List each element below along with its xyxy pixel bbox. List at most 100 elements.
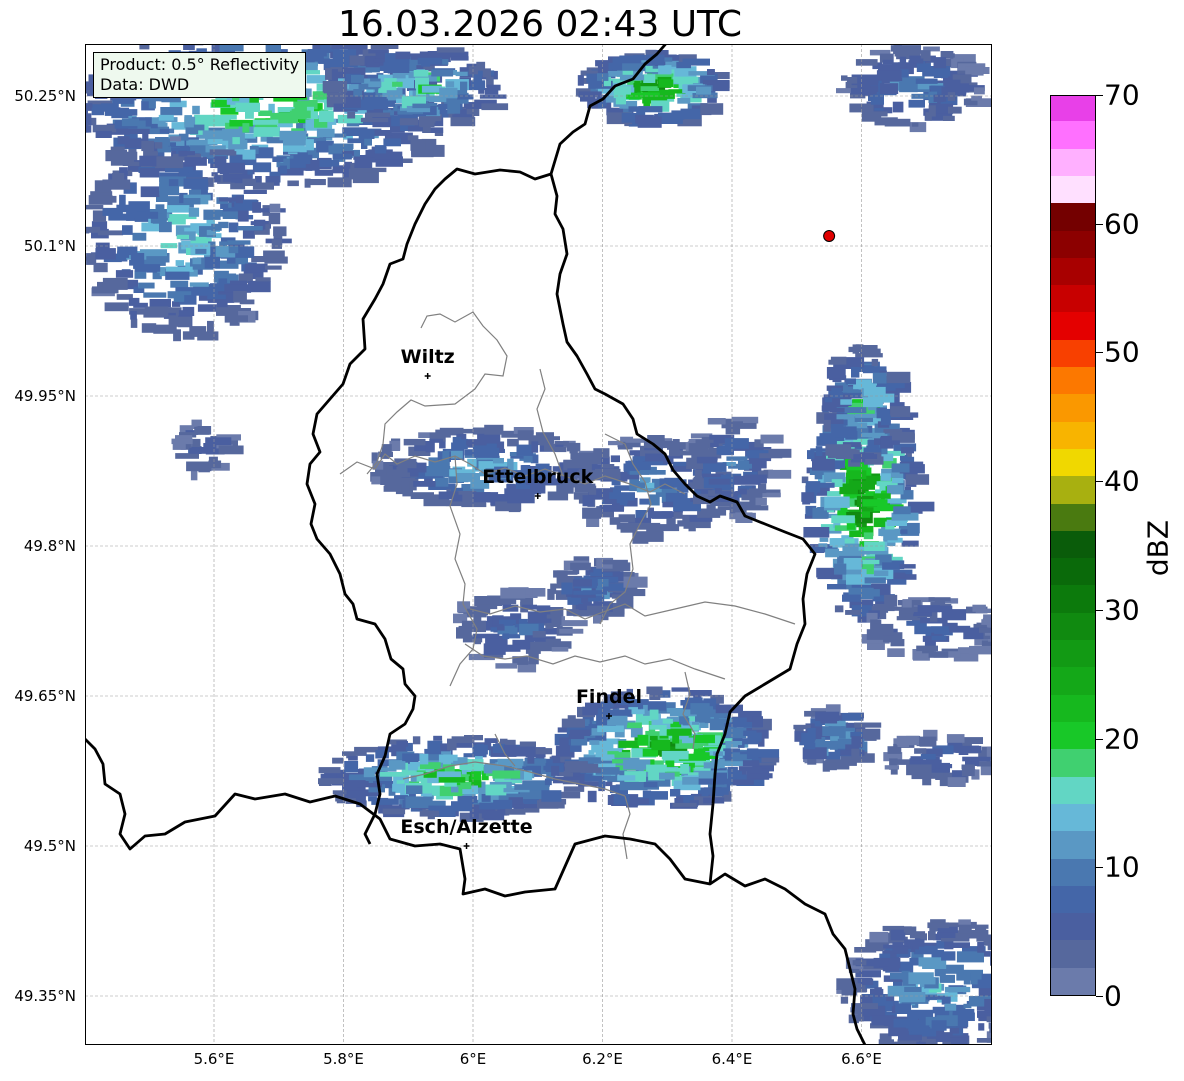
echo-cell-16-188 [958, 919, 971, 925]
echo-cell-8-264 [845, 610, 861, 615]
echo-cell-16-134 [963, 972, 971, 985]
echo-cell-13-180 [332, 790, 347, 795]
echo-cell-8-263 [873, 493, 891, 499]
echo-cell-8-166 [900, 529, 908, 534]
echo-cell-5-142 [563, 460, 572, 466]
echo-cell-13-249 [493, 799, 513, 810]
colorbar-segment-14 [1051, 584, 1095, 613]
echo-cell-1-180 [233, 291, 247, 303]
echo-cell-16-256 [904, 939, 925, 947]
echo-cell-13-228 [406, 785, 423, 794]
echo-cell-12-316 [619, 781, 648, 791]
echo-cell-8-16 [827, 491, 841, 497]
echo-cell-11-78 [499, 619, 516, 625]
echo-cell-16-125 [943, 964, 964, 974]
echo-cell-1-243 [243, 189, 267, 194]
echo-cell-10-43 [611, 594, 634, 599]
echo-cell-9-62 [824, 397, 833, 403]
echo-cell-3-145 [659, 79, 674, 88]
echo-cell-13-276 [438, 777, 466, 783]
echo-cell-1-246 [143, 312, 168, 318]
echo-cell-3-105 [597, 62, 609, 74]
echo-cell-8-260 [862, 499, 888, 507]
echo-cell-7-80 [703, 462, 727, 472]
echo-cell-8-228 [884, 594, 898, 607]
echo-cell-2-107 [399, 118, 419, 126]
echo-cell-1-257 [122, 225, 133, 235]
echo-cell-12-327 [597, 708, 610, 721]
echo-cell-1-0 [134, 270, 147, 279]
echo-cell-12-205 [724, 750, 732, 761]
echo-cell-10-66 [570, 562, 591, 570]
radar-map[interactable]: Wiltz Ettelbruck Findel Esch/Alzette [85, 44, 992, 1045]
echo-cell-12-297 [649, 709, 659, 720]
echo-cell-15-34 [932, 773, 939, 779]
echo-cell-14-69 [851, 748, 860, 760]
echo-cell-13-153 [347, 789, 366, 798]
echo-cell-4-74 [841, 75, 848, 81]
echo-cell-8-252 [880, 473, 891, 481]
echo-cell-12-218 [666, 728, 692, 736]
echo-cell-5-188 [397, 458, 417, 469]
echo-cell-1-145 [125, 152, 132, 159]
colorbar-segment-22 [1051, 366, 1095, 395]
echo-cell-1-278 [222, 211, 238, 219]
echo-cell-13-261 [428, 805, 452, 811]
radar-echo-layer [85, 44, 992, 1045]
echo-cell-13-254 [476, 744, 484, 750]
echo-cell-5-180 [383, 485, 402, 492]
echo-cell-5-170 [484, 424, 504, 435]
echo-cell-18-67 [975, 608, 992, 613]
echo-cell-17-26 [172, 443, 186, 450]
echo-cell-9-108 [831, 387, 842, 393]
echo-cell-2-83 [375, 52, 385, 59]
echo-cell-4-112 [915, 78, 938, 84]
echo-cell-0-270 [85, 103, 93, 108]
echo-cell-17-24 [218, 445, 244, 455]
echo-cell-8-245 [831, 515, 855, 524]
echo-cell-8-139 [815, 446, 823, 456]
echo-cell-13-234 [538, 801, 559, 809]
echo-cell-9-83 [845, 378, 856, 385]
echo-cell-12-307 [693, 752, 710, 760]
echo-cell-16-254 [852, 960, 867, 966]
echo-cell-6-108 [582, 507, 602, 519]
echo-cell-8-144 [907, 501, 935, 512]
echo-cell-1-217 [138, 282, 155, 289]
echo-cell-0-508 [279, 130, 306, 141]
echo-cell-1-104 [140, 186, 160, 198]
echo-cell-13-259 [551, 765, 560, 776]
echo-cell-1-241 [102, 277, 128, 290]
echo-cell-11-54 [530, 641, 554, 652]
echo-cell-18-52 [914, 623, 927, 635]
echo-cell-14-66 [815, 711, 840, 721]
echo-cell-1-244 [263, 250, 285, 259]
echo-cell-1-223 [189, 282, 209, 287]
echo-cell-1-192 [156, 156, 184, 169]
echo-cell-8-81 [893, 572, 906, 578]
colorbar-segment-6 [1051, 803, 1095, 832]
echo-cell-7-59 [692, 478, 705, 488]
echo-cell-0-322 [214, 115, 237, 120]
echo-cell-11-68 [474, 596, 502, 606]
echo-cell-0-235 [327, 177, 352, 188]
echo-cell-1-258 [93, 262, 108, 273]
echo-cell-16-238 [840, 996, 849, 1004]
echo-cell-16-232 [879, 961, 889, 967]
echo-cell-1-175 [130, 318, 138, 328]
echo-cell-9-76 [836, 414, 855, 420]
echo-cell-8-278 [834, 563, 847, 575]
echo-cell-4-65 [879, 83, 899, 94]
echo-cell-13-232 [457, 796, 478, 803]
echo-cell-5-192 [518, 448, 525, 455]
echo-cell-4-98 [882, 59, 894, 65]
echo-cell-12-337 [754, 749, 780, 758]
product-label: Product: 0.5° Reflectivity [100, 55, 300, 74]
echo-cell-16-159 [879, 953, 891, 959]
radar-site-marker[interactable] [823, 230, 836, 242]
echo-cell-16-259 [977, 942, 985, 953]
echo-cell-12-253 [605, 781, 613, 787]
echo-cell-12-103 [732, 779, 754, 785]
echo-cell-9-95 [830, 356, 847, 365]
echo-cell-12-304 [711, 758, 725, 769]
